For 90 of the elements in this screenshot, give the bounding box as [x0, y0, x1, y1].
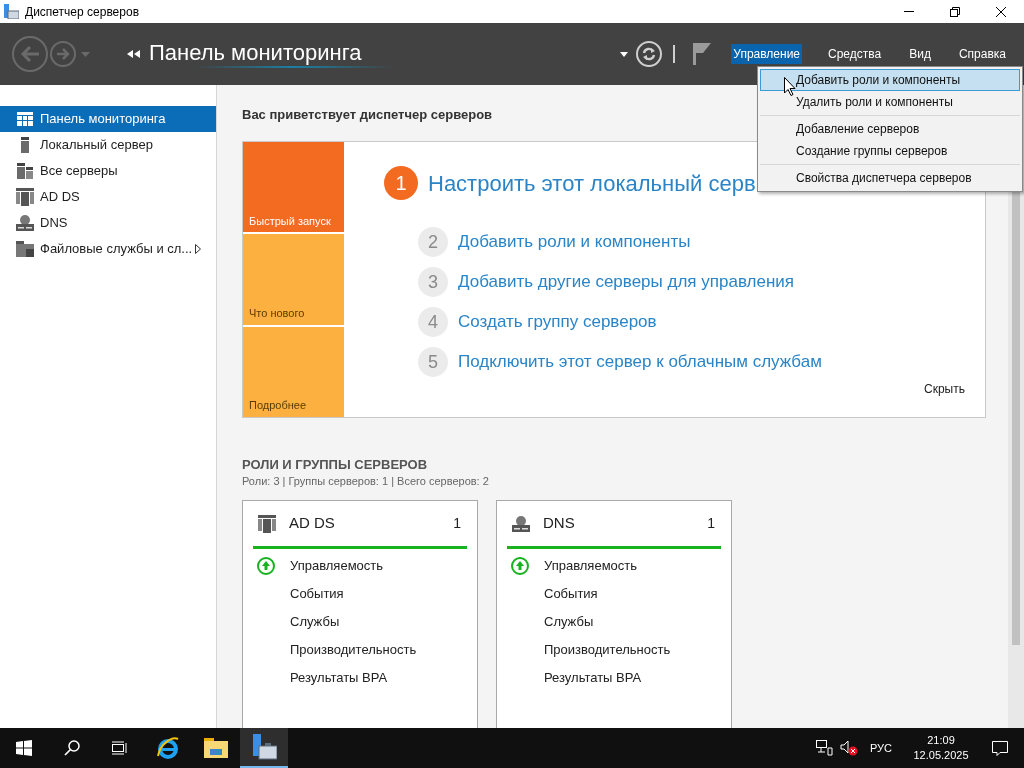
step-number: 4 — [418, 307, 448, 337]
network-icon[interactable] — [815, 740, 833, 756]
sidebar-label: AD DS — [40, 188, 80, 207]
taskbar-app[interactable] — [240, 728, 288, 768]
step-link[interactable]: Подключить этот сервер к облачным службам — [458, 349, 822, 375]
sidebar-item[interactable]: AD DS — [0, 184, 216, 210]
menu-item[interactable]: Справка — [956, 44, 1008, 64]
sidebar-label: Панель мониторинга — [40, 110, 166, 129]
role-status-link[interactable]: Производительность — [290, 640, 417, 660]
dropdown-item[interactable]: Создание группы серверов — [760, 140, 1020, 162]
dropdown-caret-icon[interactable] — [620, 51, 629, 57]
dashboard-icon — [17, 112, 33, 126]
dropdown-item[interactable]: Добавление серверов — [760, 118, 1020, 140]
step-number: 3 — [418, 267, 448, 297]
minimize-icon — [904, 11, 914, 12]
role-name: DNS — [543, 513, 575, 534]
files-icon — [16, 241, 34, 257]
role-status-link[interactable]: Результаты BPA — [290, 668, 388, 688]
server-icon — [21, 137, 29, 153]
role-card[interactable]: AD DS 1 Управляемость События Службы Производительность Результаты BPA — [242, 500, 478, 728]
back-arrow-icon — [20, 45, 40, 63]
restore-icon — [950, 6, 960, 17]
step-link[interactable]: Создать группу серверов — [458, 309, 657, 335]
step-number: 2 — [418, 227, 448, 257]
role-status-link[interactable]: Управляемость — [544, 556, 638, 576]
dns-icon — [16, 215, 34, 231]
role-count: 1 — [707, 514, 715, 533]
step-number: 1 — [384, 166, 418, 200]
windows-logo-icon — [16, 740, 32, 756]
step-link[interactable]: Добавить другие серверы для управления — [458, 269, 794, 295]
role-count: 1 — [453, 514, 461, 533]
dns-icon — [512, 515, 530, 532]
role-status-link[interactable]: Службы — [290, 612, 340, 632]
expand-arrow-icon[interactable] — [195, 244, 202, 254]
sidebar-item[interactable]: DNS — [0, 210, 216, 236]
role-name: AD DS — [289, 513, 335, 534]
step-link[interactable]: Добавить роли и компоненты — [458, 229, 691, 255]
role-status-link[interactable]: Результаты BPA — [544, 668, 642, 688]
sidebar-item[interactable]: Локальный сервер — [0, 132, 216, 158]
adds-icon — [16, 188, 34, 206]
sidebar-label: DNS — [40, 214, 68, 233]
roles-summary: Роли: 3 | Группы серверов: 1 | Всего серверов: 2 — [242, 474, 490, 489]
role-status-link[interactable]: Службы — [544, 612, 594, 632]
menu-item[interactable]: Вид — [907, 44, 933, 64]
sidebar-item[interactable]: Файловые службы и сл... — [0, 236, 216, 262]
dropdown-item[interactable]: Удалить роли и компоненты — [760, 91, 1020, 113]
role-status-link[interactable]: Производительность — [544, 640, 671, 660]
clock[interactable]: 21:09 12.05.2025 — [906, 733, 976, 763]
dropdown-item[interactable]: Свойства диспетчера серверов — [760, 167, 1020, 189]
sidebar-label: Все серверы — [40, 162, 118, 181]
welcome-title: Вас приветствует диспетчер серверов — [242, 106, 494, 124]
refresh-icon — [642, 47, 657, 61]
adds-icon — [258, 514, 276, 533]
refresh-button[interactable] — [636, 41, 663, 67]
menu-item[interactable]: Управление — [731, 44, 803, 64]
dropdown-item[interactable]: Добавить роли и компоненты — [760, 69, 1020, 91]
volume-muted-icon[interactable] — [839, 740, 858, 756]
search-icon — [64, 740, 80, 756]
sidebar-item[interactable]: Все серверы — [0, 158, 216, 184]
role-status-link[interactable]: События — [290, 584, 344, 604]
step-number: 5 — [418, 347, 448, 377]
sidebar-label: Локальный сервер — [40, 136, 153, 155]
quick-start-tile[interactable]: Подробнее — [243, 326, 344, 417]
servers-icon — [17, 163, 33, 179]
quick-start-tile[interactable]: Что нового — [243, 234, 344, 325]
sidebar-label: Файловые службы и сл... — [40, 240, 193, 259]
browser-icon — [156, 736, 180, 760]
folder-icon — [204, 738, 228, 758]
role-status-link[interactable]: Управляемость — [290, 556, 384, 576]
sidebar-item[interactable]: Панель мониторинга — [0, 106, 216, 132]
app-icon — [4, 4, 19, 19]
notification-flag-icon[interactable] — [693, 43, 712, 65]
role-card[interactable]: DNS 1 Управляемость События Службы Производительность Результаты BPA — [496, 500, 732, 728]
role-status-link[interactable]: События — [544, 584, 598, 604]
hide-link[interactable]: Скрыть — [924, 380, 965, 398]
clock-time: 21:09 — [927, 733, 955, 748]
forward-arrow-icon — [56, 48, 70, 60]
task-view-icon — [112, 741, 128, 755]
close-icon — [996, 6, 1006, 17]
server-manager-icon — [251, 734, 277, 760]
menu-item[interactable]: Средства — [826, 44, 884, 64]
collapse-icon[interactable] — [127, 50, 140, 58]
message-icon — [992, 740, 1008, 756]
window-title: Диспетчер серверов — [25, 3, 140, 21]
mouse-cursor-icon — [784, 77, 796, 96]
roles-heading: РОЛИ И ГРУППЫ СЕРВЕРОВ — [242, 457, 429, 473]
clock-date: 12.05.2025 — [913, 748, 969, 763]
language-indicator[interactable]: РУС — [869, 739, 892, 757]
step-link[interactable]: Настроить этот локальный серв — [428, 166, 756, 200]
page-title: Панель мониторинга — [149, 40, 363, 66]
